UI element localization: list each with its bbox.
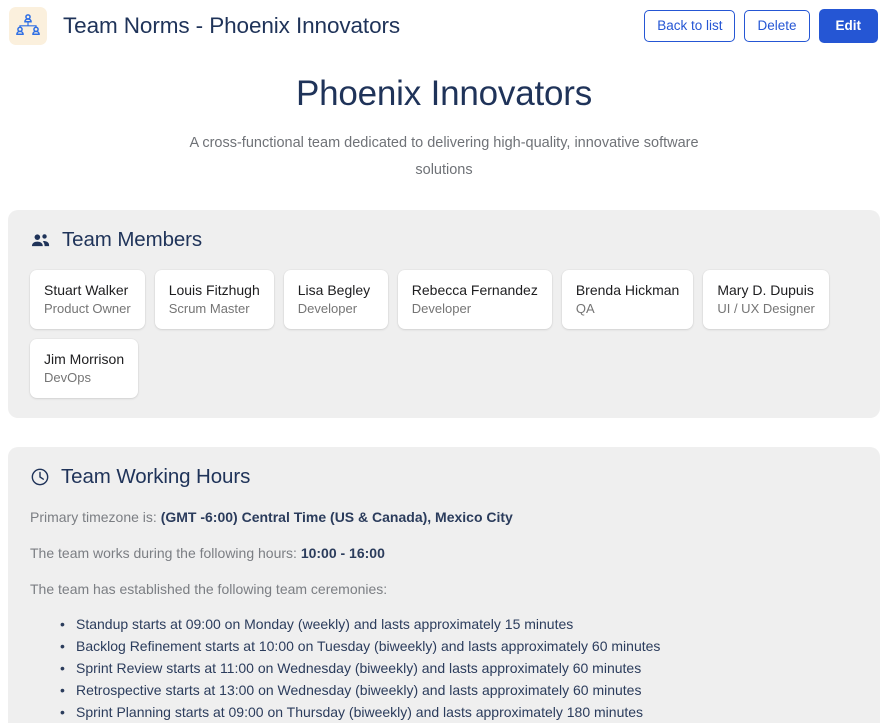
member-name: Stuart Walker xyxy=(44,282,129,298)
member-card[interactable]: Lisa Begley Developer xyxy=(283,270,388,329)
working-hours-value: 10:00 - 16:00 xyxy=(300,545,385,561)
ceremonies-list: Standup starts at 09:00 on Monday (weekl… xyxy=(30,613,864,723)
app-logo xyxy=(9,7,47,45)
working-hours-title: Team Working Hours xyxy=(61,465,251,488)
app-title: Team Norms - Phoenix Innovators xyxy=(63,13,401,38)
member-role: Developer xyxy=(297,301,358,316)
member-card[interactable]: Stuart Walker Product Owner xyxy=(30,270,145,329)
back-to-list-button[interactable]: Back to list xyxy=(644,9,736,43)
member-card[interactable]: Rebecca Fernandez Developer xyxy=(397,270,552,329)
member-role: DevOps xyxy=(44,370,91,385)
member-role: Scrum Master xyxy=(168,301,250,316)
ceremonies-intro: The team has established the following t… xyxy=(30,581,388,597)
primary-timezone-line: Primary timezone is: (GMT -6:00) Central… xyxy=(30,507,864,527)
team-members-header: Team Members xyxy=(30,228,864,252)
org-chart-people-icon xyxy=(15,13,41,39)
member-role: Developer xyxy=(411,301,472,316)
member-name: Jim Morrison xyxy=(44,351,125,367)
ceremony-item: Standup starts at 09:00 on Monday (weekl… xyxy=(60,613,864,635)
people-group-icon xyxy=(30,230,51,251)
member-role: QA xyxy=(575,301,595,316)
team-members-list: Stuart Walker Product Owner Louis Fitzhu… xyxy=(30,270,864,398)
ceremony-item: Sprint Review starts at 11:00 on Wednesd… xyxy=(60,657,864,679)
hero-section: Phoenix Innovators A cross-functional te… xyxy=(0,52,888,184)
edit-button[interactable]: Edit xyxy=(818,8,878,44)
delete-button[interactable]: Delete xyxy=(744,9,810,43)
member-name: Rebecca Fernandez xyxy=(411,282,538,298)
member-card[interactable]: Brenda Hickman QA xyxy=(561,270,694,329)
header-actions: Back to list Delete Edit xyxy=(644,8,878,44)
member-card[interactable]: Louis Fitzhugh Scrum Master xyxy=(154,270,274,329)
app-header: Team Norms - Phoenix Innovators Back to … xyxy=(0,0,888,52)
working-hours-label: The team works during the following hour… xyxy=(30,545,297,561)
working-hours-header: Team Working Hours xyxy=(30,465,864,489)
member-card[interactable]: Mary D. Dupuis UI / UX Designer xyxy=(703,270,829,329)
working-hours-panel: Team Working Hours Primary timezone is: … xyxy=(8,447,880,723)
team-members-panel: Team Members Stuart Walker Product Owner… xyxy=(8,210,880,418)
primary-timezone-label: Primary timezone is: xyxy=(30,509,157,525)
page-title: Phoenix Innovators xyxy=(295,74,593,113)
clock-icon xyxy=(30,467,50,487)
primary-timezone-value: (GMT -6:00) Central Time (US & Canada), … xyxy=(160,509,513,525)
ceremony-item: Retrospective starts at 13:00 on Wednesd… xyxy=(60,679,864,701)
member-name: Mary D. Dupuis xyxy=(717,282,814,298)
member-name: Louis Fitzhugh xyxy=(168,282,260,298)
member-role: Product Owner xyxy=(44,301,131,316)
member-name: Brenda Hickman xyxy=(575,282,680,298)
member-card[interactable]: Jim Morrison DevOps xyxy=(30,339,139,398)
member-name: Lisa Begley xyxy=(297,282,371,298)
ceremony-item: Sprint Planning starts at 09:00 on Thurs… xyxy=(60,701,864,723)
ceremony-item: Backlog Refinement starts at 10:00 on Tu… xyxy=(60,635,864,657)
team-members-title: Team Members xyxy=(62,228,203,251)
working-hours-line: The team works during the following hour… xyxy=(30,543,864,563)
member-role: UI / UX Designer xyxy=(717,301,815,316)
team-description: A cross-functional team dedicated to del… xyxy=(189,135,699,178)
